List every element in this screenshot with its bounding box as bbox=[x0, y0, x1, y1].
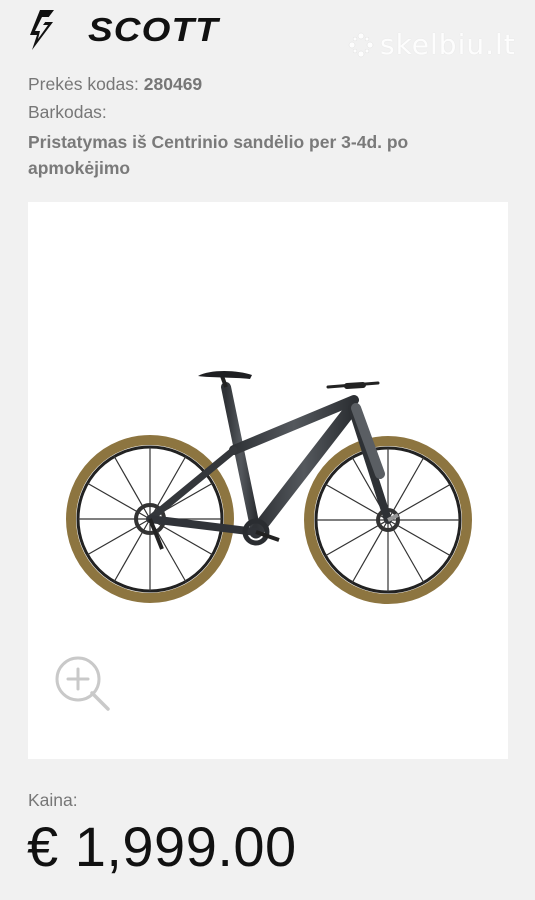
product-code-value: 280469 bbox=[143, 74, 203, 94]
product-code: Prekės kodas: 280469 bbox=[28, 71, 202, 97]
product-image-panel[interactable] bbox=[28, 202, 508, 759]
price-value: € 1,999.00 bbox=[27, 815, 297, 878]
watermark-text: skelbiu.lt bbox=[380, 28, 516, 61]
product-code-label: Prekės kodas: bbox=[28, 74, 139, 94]
watermark: skelbiu.lt bbox=[346, 30, 516, 60]
product-barcode-label: Barkodas: bbox=[28, 102, 107, 122]
price-label: Kaina: bbox=[28, 790, 78, 810]
brand-name: SCOTT bbox=[88, 11, 219, 48]
bike-frame bbox=[146, 371, 399, 550]
scott-s-logo-icon bbox=[30, 10, 54, 50]
brand-logo: SCOTT bbox=[26, 8, 238, 52]
mountain-bike-image bbox=[66, 371, 472, 604]
zoom-in-icon[interactable] bbox=[54, 655, 112, 713]
watermark-icon bbox=[348, 32, 374, 58]
product-barcode: Barkodas: bbox=[28, 99, 107, 125]
delivery-info: Pristatymas iš Centrinio sandėlio per 3-… bbox=[28, 132, 409, 178]
